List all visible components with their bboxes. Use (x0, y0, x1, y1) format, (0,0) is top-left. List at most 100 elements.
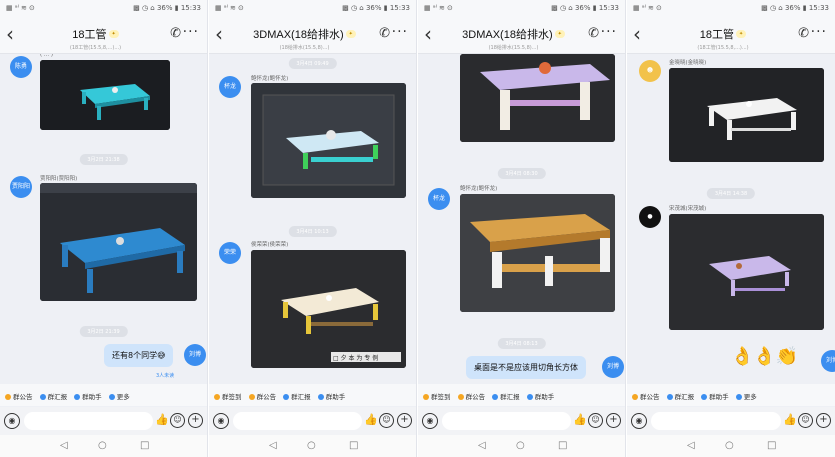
plus-icon[interactable]: + (606, 413, 621, 428)
phone-call-icon[interactable]: ✆ (588, 26, 599, 41)
input-bar: ◉ 👍 ☺ + (627, 407, 835, 435)
chat-area[interactable]: 3月4日 08:30 杯龙 鲍怀龙(鲍怀龙) 3月4日 08:13 桌面是不是应… (418, 54, 625, 382)
title-box[interactable]: 18工管 ✦ (18工管(15.5,8,...)...) (30, 23, 161, 51)
nav-recent-icon[interactable]: □ (140, 440, 149, 451)
emoji-icon[interactable]: ☺ (170, 413, 185, 428)
phone-call-icon[interactable]: ✆ (170, 26, 181, 41)
sender-name: 鲍怀龙(鲍怀龙) (460, 186, 498, 192)
more-icon[interactable]: ··· (601, 24, 617, 40)
more-icon[interactable]: ··· (811, 24, 827, 40)
plus-icon[interactable]: + (188, 413, 203, 428)
title-box[interactable]: 18工管 ✦ (18工管(15.5,8,...)...) (657, 23, 789, 51)
back-icon[interactable]: ‹ (215, 22, 223, 46)
plus-icon[interactable]: + (816, 413, 831, 428)
avatar[interactable]: 刘博 (821, 350, 835, 372)
voice-icon[interactable]: ◉ (4, 413, 20, 429)
avatar[interactable]: 荣荣 (219, 242, 241, 264)
shared-image[interactable] (251, 83, 406, 198)
avatar[interactable]: 刘博 (184, 344, 206, 366)
toolbar-item-checkin[interactable]: 群签到 (214, 391, 242, 401)
message-input[interactable] (651, 412, 781, 430)
phone-screen-3: ▦ ᵃˡ ≋ ⊙ ▩ ◷ ⌂ 36% ▮ 15:33 ‹ 3DMAX(18给排水… (418, 0, 626, 457)
message-bubble[interactable]: 桌面是不是应该用切角长方体 (466, 356, 586, 379)
chat-subtitle: (18给排水(15.5,8)...) (488, 45, 539, 51)
sender-name: 侯荣荣(侯荣荣) (251, 242, 289, 248)
thumb-up-icon[interactable]: 👍 (783, 413, 797, 426)
avatar[interactable]: ☻ (639, 60, 661, 82)
toolbar-item-more[interactable]: 更多 (735, 391, 757, 401)
toolbar-item-assistant[interactable]: 群助手 (701, 391, 729, 401)
back-icon[interactable]: ‹ (424, 22, 432, 46)
thumb-up-icon[interactable]: 👍 (155, 413, 169, 426)
toolbar-item-announcement[interactable]: 群公告 (632, 391, 660, 401)
message-input[interactable] (233, 412, 362, 430)
toolbar-item-report[interactable]: 群汇报 (666, 391, 694, 401)
read-status[interactable]: 3人未读 (156, 372, 174, 379)
status-right: ▩ ◷ ⌂ 36% ▮ 15:33 (133, 4, 201, 12)
voice-icon[interactable]: ◉ (213, 413, 229, 429)
nav-home-icon[interactable]: ○ (307, 440, 316, 451)
nav-home-icon[interactable]: ○ (725, 440, 734, 451)
toolbar-item-assistant[interactable]: 群助手 (74, 391, 102, 401)
thumb-up-icon[interactable]: 👍 (364, 413, 378, 426)
chat-area[interactable]: 陈勇 ( ... ) 3月2日 21:38 贾阳阳 贾阳阳(贾阳阳) 3月2日 … (0, 54, 207, 382)
nav-back-icon[interactable]: ◁ (269, 440, 277, 451)
emoji-icon[interactable]: ☺ (588, 413, 603, 428)
voice-icon[interactable]: ◉ (422, 413, 438, 429)
title-box[interactable]: 3DMAX(18给排水) ✦ (18给排水(15.5,8)...) (239, 23, 370, 51)
avatar[interactable]: 贾阳阳 (10, 176, 32, 198)
nav-home-icon[interactable]: ○ (516, 440, 525, 451)
avatar[interactable]: 杯龙 (428, 188, 450, 210)
message-input[interactable] (24, 412, 153, 430)
message-input[interactable] (442, 412, 571, 430)
nav-back-icon[interactable]: ◁ (60, 440, 68, 451)
shared-image[interactable] (251, 250, 406, 368)
plus-icon[interactable]: + (397, 413, 412, 428)
shared-image[interactable] (669, 214, 824, 330)
phone-call-icon[interactable]: ✆ (798, 26, 809, 41)
nav-recent-icon[interactable]: □ (349, 440, 358, 451)
message-bubble[interactable]: 还有8个同学😅 (104, 344, 174, 367)
emoji-icon[interactable]: ☺ (379, 413, 394, 428)
more-icon[interactable]: ··· (392, 24, 408, 40)
toolbar-label: 群公告 (465, 393, 486, 401)
toolbar-item-checkin[interactable]: 群签到 (423, 391, 451, 401)
back-icon[interactable]: ‹ (6, 22, 14, 46)
nav-home-icon[interactable]: ○ (98, 440, 107, 451)
toolbar-item-assistant[interactable]: 群助手 (526, 391, 554, 401)
toolbar-item-report[interactable]: 群汇报 (492, 391, 520, 401)
nav-recent-icon[interactable]: □ (558, 440, 567, 451)
toolbar-item-assistant[interactable]: 群助手 (317, 391, 345, 401)
toolbar-item-more[interactable]: 更多 (108, 391, 130, 401)
shared-image[interactable] (460, 54, 615, 142)
back-icon[interactable]: ‹ (633, 22, 641, 46)
toolbar-item-announcement[interactable]: 群公告 (5, 391, 33, 401)
emoji-reactions[interactable]: 👌👌👏 (731, 346, 798, 367)
chat-area[interactable]: 3月4日 09:49 杯龙 鲍怀龙(鲍怀龙) 3月4日 10:13 荣荣 侯荣荣… (209, 54, 416, 382)
avatar[interactable]: 刘博 (602, 356, 624, 378)
avatar[interactable]: 杯龙 (219, 76, 241, 98)
nav-back-icon[interactable]: ◁ (687, 440, 695, 451)
nav-recent-icon[interactable]: □ (767, 440, 776, 451)
avatar[interactable]: ● (639, 206, 661, 228)
shared-image[interactable] (40, 60, 170, 130)
assistant-icon (701, 394, 708, 400)
toolbar-item-report[interactable]: 群汇报 (39, 391, 67, 401)
phone-call-icon[interactable]: ✆ (379, 26, 390, 41)
chat-area[interactable]: ☻ 金晓晓(金晓晓) 3月4日 14:38 ● 宋茂城(宋茂城) 👌👌👏 刘博 (627, 54, 835, 382)
thumb-up-icon[interactable]: 👍 (573, 413, 587, 426)
toolbar-item-announcement[interactable]: 群公告 (248, 391, 276, 401)
toolbar-item-announcement[interactable]: 群公告 (457, 391, 486, 401)
avatar[interactable]: 陈勇 (10, 56, 32, 78)
toolbar-item-report[interactable]: 群汇报 (283, 391, 311, 401)
emoji-icon[interactable]: ☺ (798, 413, 813, 428)
title-box[interactable]: 3DMAX(18给排水) ✦ (18给排水(15.5,8)...) (448, 23, 579, 51)
nav-back-icon[interactable]: ◁ (478, 440, 486, 451)
toolbar-label: 群汇报 (500, 393, 520, 401)
shared-image[interactable] (40, 183, 197, 301)
voice-icon[interactable]: ◉ (631, 413, 647, 429)
shared-image[interactable] (460, 194, 615, 312)
more-icon[interactable]: ··· (183, 24, 199, 40)
dark-avatar-icon: ● (647, 213, 653, 220)
shared-image[interactable] (669, 68, 824, 162)
